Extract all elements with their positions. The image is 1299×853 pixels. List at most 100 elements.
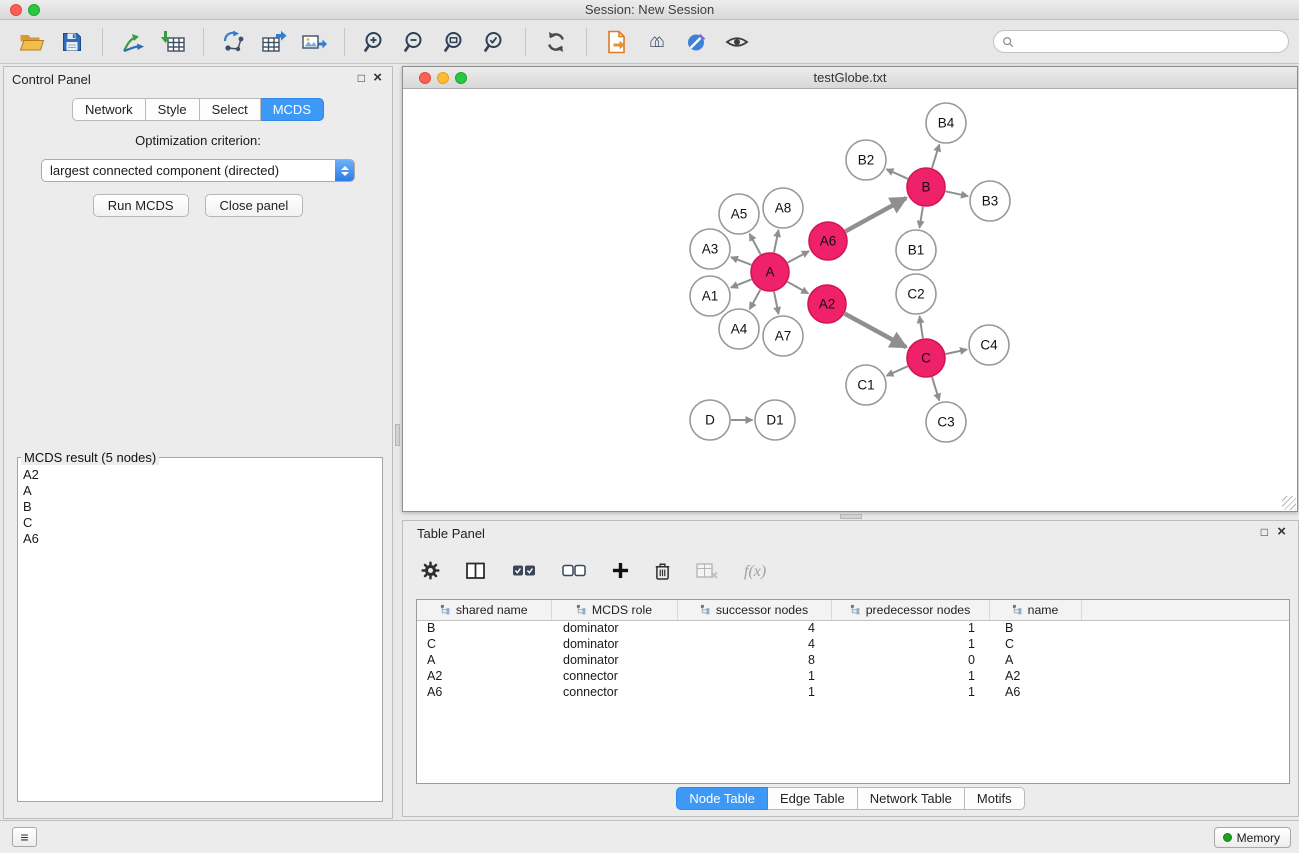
close-panel-button[interactable]: Close panel [205,194,304,217]
result-list-item[interactable]: C [18,515,382,531]
horizontal-splitter-handle[interactable] [840,514,862,519]
graph-node[interactable]: D [690,400,730,440]
show-graphics-icon[interactable] [720,26,754,58]
table-row[interactable]: Adominator80A [417,652,1289,668]
export-document-icon[interactable] [600,26,634,58]
tab-edge-table[interactable]: Edge Table [768,787,858,810]
graph-node[interactable]: A4 [719,309,759,349]
graph-edge[interactable] [887,169,908,179]
graph-node-mcds[interactable]: A6 [809,222,847,260]
close-panel-icon[interactable]: × [373,69,382,86]
table-row[interactable]: A6connector11A6 [417,684,1289,700]
graph-edge[interactable] [845,314,906,348]
graph-node[interactable]: A3 [690,229,730,269]
result-list-item[interactable]: A [18,483,382,499]
result-list-item[interactable]: A6 [18,531,382,547]
close-table-panel-icon[interactable]: × [1277,523,1286,540]
graph-edge[interactable] [946,350,967,355]
tab-mcds[interactable]: MCDS [261,98,324,121]
run-mcds-button[interactable]: Run MCDS [93,194,189,217]
graph-node[interactable]: B2 [846,140,886,180]
search-box[interactable] [993,30,1289,53]
graph-node[interactable]: A7 [763,316,803,356]
graph-edge[interactable] [920,207,923,228]
graph-node[interactable]: B3 [970,181,1010,221]
new-network-icon[interactable] [217,26,251,58]
graph-node[interactable]: B1 [896,230,936,270]
graph-node[interactable]: C3 [926,402,966,442]
zoom-selected-icon[interactable] [478,26,512,58]
graph-node[interactable]: A8 [763,188,803,228]
function-builder-icon[interactable]: f(x) [744,563,766,581]
table-row[interactable]: Cdominator41C [417,636,1289,652]
graph-edge[interactable] [774,292,779,314]
tab-node-table[interactable]: Node Table [676,787,768,810]
import-network-icon[interactable] [116,26,150,58]
trash-icon[interactable] [655,561,670,584]
add-row-icon[interactable] [612,562,629,582]
graph-edge[interactable] [731,257,751,265]
column-header[interactable]: predecessor nodes [831,600,989,620]
zoom-fit-icon[interactable] [438,26,472,58]
import-table-icon[interactable] [156,26,190,58]
graph-node[interactable]: A1 [690,276,730,316]
graph-edge[interactable] [750,234,761,255]
tab-motifs[interactable]: Motifs [965,787,1025,810]
float-table-panel-icon[interactable]: □ [1261,525,1268,539]
vertical-splitter-handle[interactable] [395,424,400,446]
graph-edge[interactable] [932,377,939,400]
gear-icon[interactable] [421,561,440,583]
column-header[interactable]: successor nodes [677,600,831,620]
graph-node[interactable]: C4 [969,325,1009,365]
node-table[interactable]: shared nameMCDS rolesuccessor nodesprede… [416,599,1290,784]
graph-node[interactable]: A5 [719,194,759,234]
column-header[interactable]: name [989,600,1081,620]
memory-button[interactable]: Memory [1214,827,1291,848]
graph-node-mcds[interactable]: C [907,339,945,377]
graph-edge[interactable] [946,191,969,196]
graph-edge[interactable] [932,145,939,168]
search-input[interactable] [1019,35,1280,49]
graph-node-mcds[interactable]: A [751,253,789,291]
table-row[interactable]: Bdominator41B [417,620,1289,636]
result-list-item[interactable]: B [18,499,382,515]
zoom-out-icon[interactable] [398,26,432,58]
tab-network-table[interactable]: Network Table [858,787,965,810]
graph-node[interactable]: D1 [755,400,795,440]
graph-edge[interactable] [887,366,908,376]
home-icon[interactable]: ⌂⌂ [640,26,674,58]
graph-node[interactable]: B4 [926,103,966,143]
vizmap-icon[interactable] [680,26,714,58]
graph-node-mcds[interactable]: A2 [808,285,846,323]
graph-edge[interactable] [920,316,923,338]
column-selector-icon[interactable] [466,562,486,583]
column-header[interactable]: shared name [417,600,551,620]
graph-node[interactable]: C2 [896,274,936,314]
result-list-item[interactable]: A2 [18,467,382,483]
save-session-icon[interactable] [55,26,89,58]
graph-edge[interactable] [846,198,907,231]
tab-style[interactable]: Style [146,98,200,121]
resize-grip[interactable] [1282,496,1296,510]
network-graph[interactable]: B4 B2 B B3 A8A5 A6 A3 B1 A C2 A1 A2 A4A7 C4 C C1 C3 D D1 [403,89,1297,511]
deselect-all-icon[interactable] [562,564,586,581]
graph-edge[interactable] [731,279,752,287]
task-history-icon[interactable]: ≡ [12,827,37,847]
refresh-icon[interactable] [539,26,573,58]
table-row[interactable]: A2connector11A2 [417,668,1289,684]
tab-network[interactable]: Network [72,98,146,121]
graph-node[interactable]: C1 [846,365,886,405]
select-all-icon[interactable] [512,564,536,581]
export-image-icon[interactable] [297,26,331,58]
network-canvas[interactable]: B4 B2 B B3 A8A5 A6 A3 B1 A C2 A1 A2 A4A7 C4 C C1 C3 D D1 [403,89,1297,511]
graph-edge[interactable] [774,230,779,252]
zoom-in-icon[interactable] [358,26,392,58]
graph-edge[interactable] [788,251,809,263]
tab-select[interactable]: Select [200,98,261,121]
export-table-icon[interactable] [257,26,291,58]
delete-table-icon[interactable] [696,562,718,583]
open-session-icon[interactable] [15,26,49,58]
graph-node-mcds[interactable]: B [907,168,945,206]
criterion-select[interactable]: largest connected component (directed) [41,159,355,182]
float-panel-icon[interactable]: □ [358,71,365,85]
